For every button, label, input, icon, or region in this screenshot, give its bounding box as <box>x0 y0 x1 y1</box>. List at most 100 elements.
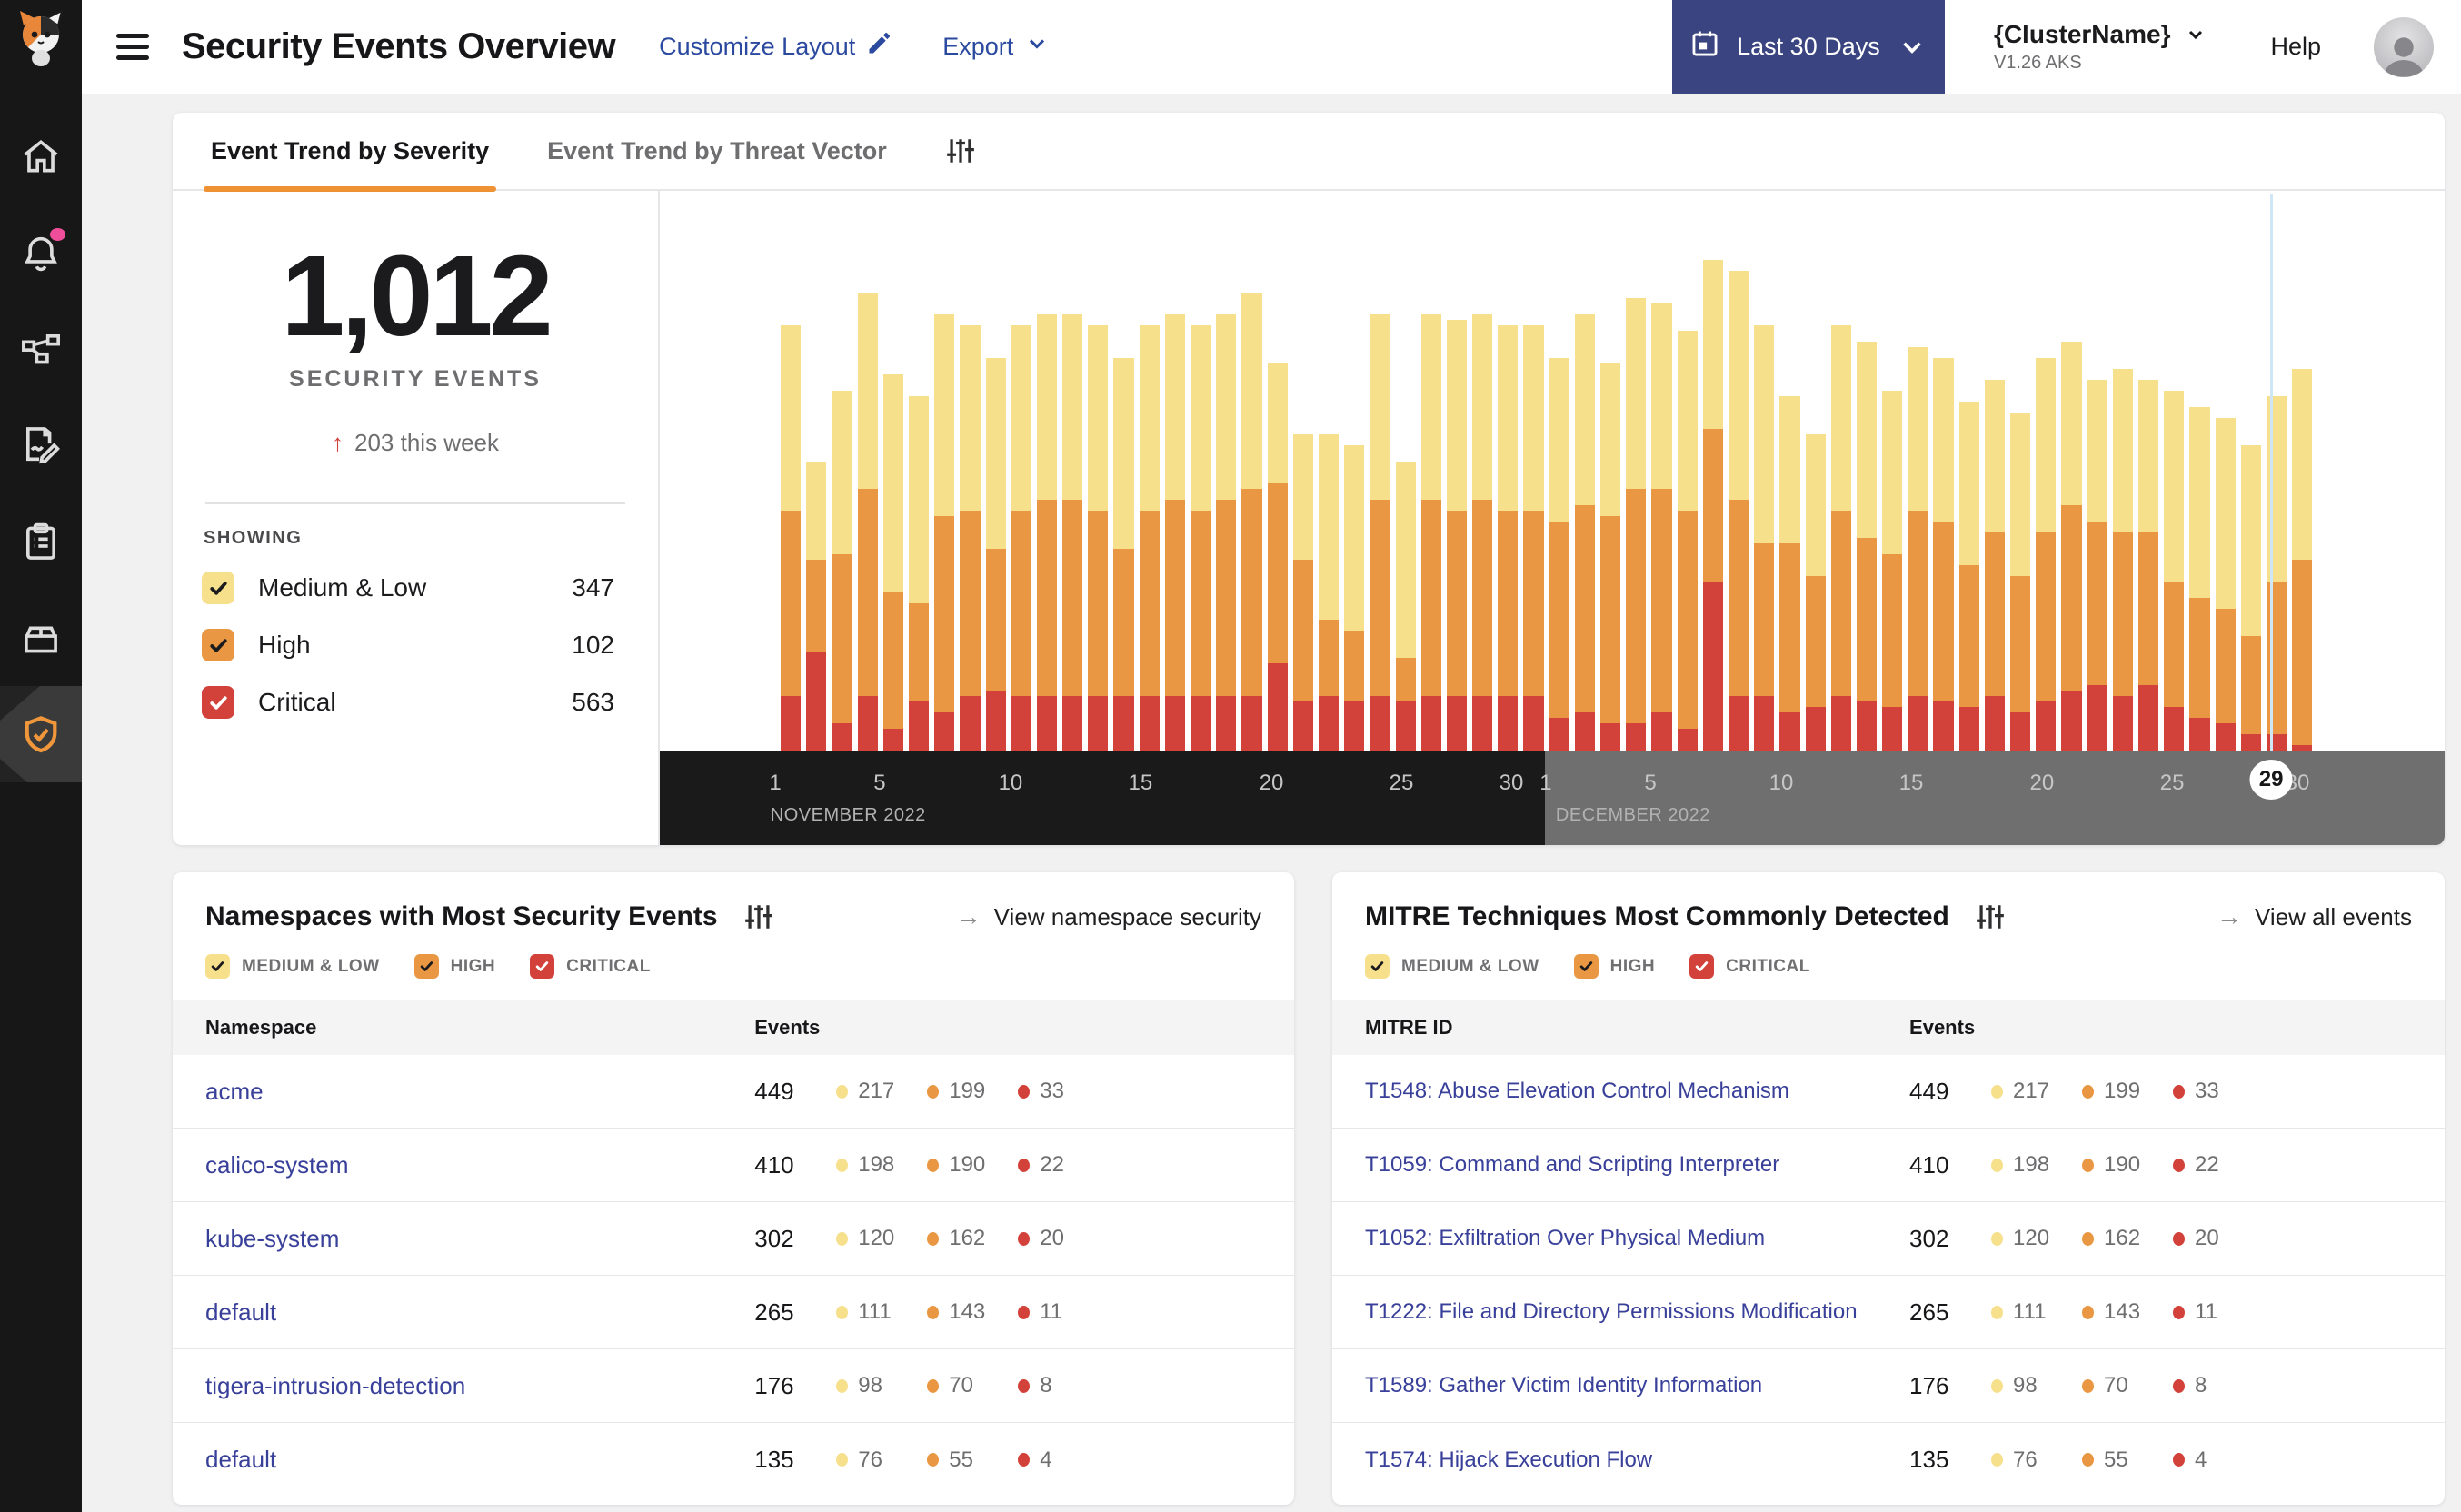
chart-x-axis: NOVEMBER 2022 DECEMBER 2022 1 5 10 15 20 25 30 1 5… <box>660 751 2445 845</box>
filter-critical[interactable]: CRITICAL <box>530 954 651 979</box>
sidebar-item-shield-check[interactable] <box>0 686 82 782</box>
notification-dot <box>50 228 65 241</box>
segment-high <box>2292 560 2313 745</box>
severity-checkbox[interactable] <box>205 954 230 979</box>
row-name-link[interactable]: acme <box>205 1078 754 1106</box>
help-link[interactable]: Help <box>2270 33 2321 61</box>
chevron-down-icon <box>2189 30 2203 40</box>
segment-critical <box>1318 696 1340 751</box>
sidebar-item-bell[interactable] <box>0 204 82 301</box>
severity-checkbox[interactable] <box>1689 954 1715 979</box>
severity-checkbox[interactable] <box>413 954 439 979</box>
namespaces-table-header: Namespace Events <box>173 1000 1294 1055</box>
bar-day-37 <box>1702 260 1723 751</box>
legend-row-medium-low[interactable]: Medium & Low 347 <box>202 560 614 617</box>
box-icon <box>25 626 57 653</box>
segment-high <box>1292 560 1313 701</box>
trend-settings-sliders-icon[interactable] <box>945 135 976 166</box>
tab-event-trend-by-threat-vector[interactable]: Event Trend by Threat Vector <box>547 112 887 190</box>
event-trend-chart: NOVEMBER 2022 DECEMBER 2022 1 5 10 15 20 25 30 1 5… <box>660 191 2445 845</box>
shield-check-icon <box>25 716 57 753</box>
view-namespace-security-link[interactable]: → View namespace security <box>956 902 1261 931</box>
date-range-button[interactable]: Last 30 Days <box>1671 0 1945 94</box>
bar-day-26 <box>1420 314 1441 751</box>
severity-checkbox[interactable] <box>1573 954 1599 979</box>
legend-label: High <box>258 631 311 660</box>
row-name-link[interactable]: calico-system <box>205 1151 754 1179</box>
sidebar-item-home[interactable] <box>0 108 82 204</box>
row-name-link[interactable]: T1574: Hijack Execution Flow <box>1365 1447 1909 1473</box>
sidebar-item-clipboard[interactable] <box>0 493 82 590</box>
namespaces-settings-sliders-icon[interactable] <box>743 901 774 932</box>
tick-current-day: 29 <box>2249 760 2293 800</box>
segment-medium-low <box>1984 380 2005 532</box>
sidebar-item-box[interactable] <box>0 590 82 686</box>
severity-checkbox[interactable] <box>202 572 234 605</box>
main-content: Event Trend by Severity Event Trend by T… <box>82 94 2461 1512</box>
segment-medium-low <box>2215 418 2236 609</box>
segment-high <box>1779 543 1800 712</box>
row-name-link[interactable]: kube-system <box>205 1225 754 1253</box>
severity-dot-icon <box>836 1158 849 1172</box>
sidebar-item-policy-edit[interactable] <box>0 397 82 493</box>
customize-layout-button[interactable]: Customize Layout <box>659 31 892 63</box>
segment-medium-low <box>882 374 903 592</box>
segment-high <box>1472 500 1493 696</box>
severity-count-chip: 111 <box>836 1299 927 1325</box>
sidebar-item-service-graph[interactable] <box>0 301 82 397</box>
severity-checkbox[interactable] <box>202 686 234 720</box>
row-name-link[interactable]: T1059: Command and Scripting Interpreter <box>1365 1152 1909 1178</box>
segment-medium-low <box>1600 363 1621 516</box>
row-name-link[interactable]: default <box>205 1446 754 1474</box>
filter-high[interactable]: HIGH <box>1573 954 1656 979</box>
axis-tick: 20 <box>2029 771 2055 795</box>
segment-high <box>2215 609 2236 723</box>
segment-critical <box>2036 701 2057 751</box>
export-button[interactable]: Export <box>942 31 1050 63</box>
row-name-link[interactable]: T1589: Gather Victim Identity Informatio… <box>1365 1373 1909 1398</box>
severity-checkbox[interactable] <box>202 629 234 662</box>
tab-event-trend-by-severity[interactable]: Event Trend by Severity <box>203 112 497 192</box>
filter-high[interactable]: HIGH <box>413 954 496 979</box>
row-name-link[interactable]: T1052: Exfiltration Over Physical Medium <box>1365 1226 1909 1251</box>
view-all-events-link[interactable]: → View all events <box>2217 902 2412 931</box>
segment-high <box>1370 500 1390 696</box>
bar-day-28 <box>1472 314 1493 751</box>
filter-medium-low[interactable]: MEDIUM & LOW <box>205 954 380 979</box>
user-avatar[interactable] <box>2374 16 2434 77</box>
mitre-table: T1548: Abuse Elevation Control Mechanism… <box>1332 1055 2445 1497</box>
legend-row-critical[interactable]: Critical 563 <box>202 674 614 731</box>
severity-count-chip: 4 <box>1018 1447 1109 1473</box>
row-name-link[interactable]: default <box>205 1298 754 1327</box>
mitre-settings-sliders-icon[interactable] <box>1975 901 2006 932</box>
legend-row-high[interactable]: High 102 <box>202 617 614 674</box>
filter-medium-low[interactable]: MEDIUM & LOW <box>1365 954 1539 979</box>
severity-checkbox[interactable] <box>1365 954 1390 979</box>
segment-medium-low <box>781 325 802 511</box>
row-total-events: 265 <box>754 1298 794 1326</box>
calico-cat-logo[interactable] <box>13 7 69 72</box>
segment-high <box>1036 500 1058 696</box>
bar-day-35 <box>1651 303 1672 751</box>
segment-medium-low <box>1754 325 1775 543</box>
legend-count: 102 <box>572 631 614 660</box>
segment-medium-low <box>2189 407 2210 598</box>
segment-high <box>1113 549 1134 696</box>
mitre-table-header: MITRE ID Events <box>1332 1000 2445 1055</box>
axis-tick: 20 <box>1259 771 1284 795</box>
segment-medium-low <box>1498 325 1519 511</box>
row-name-link[interactable]: T1548: Abuse Elevation Control Mechanism <box>1365 1079 1909 1104</box>
severity-count-chip: 162 <box>2082 1226 2173 1251</box>
severity-dot-icon <box>2082 1084 2095 1099</box>
segment-high <box>2137 532 2159 685</box>
filter-critical[interactable]: CRITICAL <box>1689 954 1810 979</box>
cluster-version: V1.26 AKS <box>1993 53 2082 73</box>
severity-dot-icon <box>2173 1305 2186 1319</box>
row-name-link[interactable]: T1222: File and Directory Permissions Mo… <box>1365 1299 1909 1325</box>
severity-checkbox[interactable] <box>530 954 555 979</box>
cluster-selector[interactable]: {ClusterName} V1.26 AKS <box>1994 20 2207 74</box>
row-name-link[interactable]: tigera-intrusion-detection <box>205 1372 754 1400</box>
hamburger-menu-icon[interactable] <box>116 34 149 60</box>
segment-high <box>1958 565 1979 707</box>
severity-dot-icon <box>927 1084 940 1099</box>
